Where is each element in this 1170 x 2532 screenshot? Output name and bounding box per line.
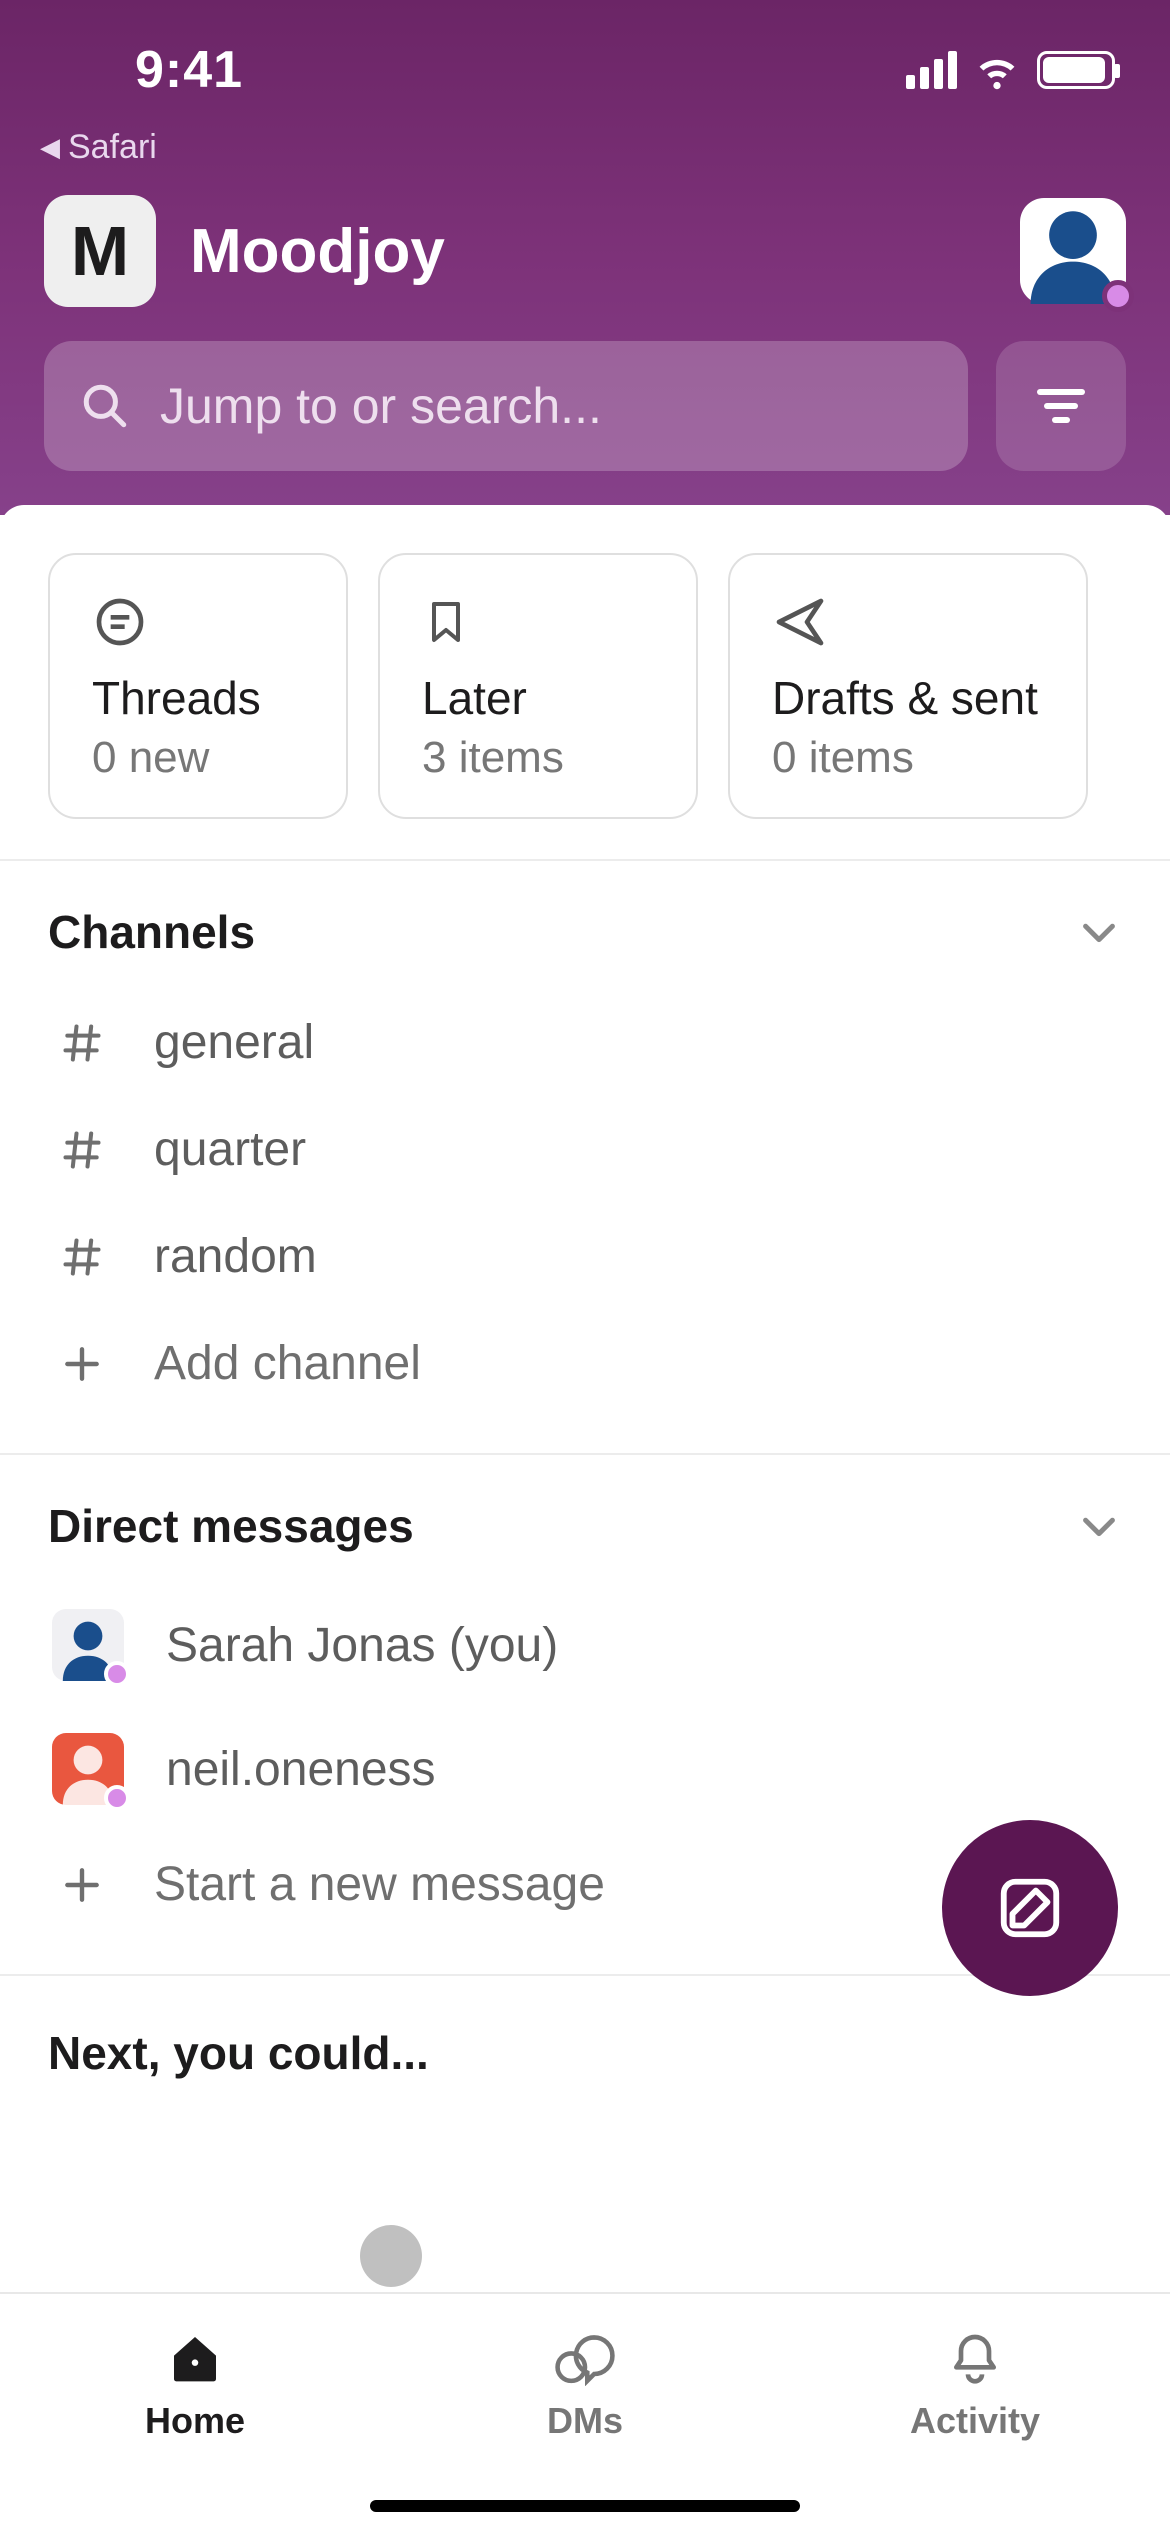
filter-button[interactable] <box>996 341 1126 471</box>
home-indicator[interactable] <box>370 2500 800 2512</box>
touch-cursor-icon <box>360 2225 422 2287</box>
signal-icon <box>906 51 957 89</box>
hash-icon <box>52 1235 112 1279</box>
nav-dms[interactable]: DMs <box>390 2294 780 2532</box>
plus-icon <box>52 1863 112 1907</box>
compose-icon <box>995 1873 1065 1943</box>
search-icon <box>80 381 130 431</box>
home-icon <box>167 2330 223 2386</box>
status-indicators <box>906 48 1115 92</box>
workspace-initial: M <box>71 211 129 291</box>
add-channel[interactable]: Add channel <box>48 1310 1122 1417</box>
channel-label: quarter <box>154 1122 306 1177</box>
section-channels: Channels general quarter random Add chan… <box>0 861 1170 1455</box>
card-subtitle: 0 items <box>772 733 1044 783</box>
quick-cards: Threads 0 new Later 3 items Drafts & sen… <box>0 505 1170 861</box>
bottom-nav: Home DMs Activity <box>0 2292 1170 2532</box>
card-drafts[interactable]: Drafts & sent 0 items <box>728 553 1088 819</box>
bookmark-icon <box>422 593 470 651</box>
workspace-switcher[interactable]: M <box>44 195 156 307</box>
search-input[interactable]: Jump to or search... <box>44 341 968 471</box>
section-header-dms[interactable]: Direct messages <box>48 1499 1122 1553</box>
dms-icon <box>553 2330 617 2386</box>
profile-button[interactable] <box>1020 198 1126 304</box>
filter-icon <box>1037 381 1085 431</box>
hash-icon <box>52 1128 112 1172</box>
back-app-label: Safari <box>68 128 157 167</box>
avatar <box>52 1733 124 1805</box>
dm-item[interactable]: neil.oneness <box>48 1707 1122 1831</box>
search-placeholder: Jump to or search... <box>160 377 602 435</box>
status-time: 9:41 <box>55 40 243 100</box>
channel-item[interactable]: general <box>48 989 1122 1096</box>
wifi-icon <box>975 48 1019 92</box>
card-subtitle: 0 new <box>92 733 304 783</box>
threads-icon <box>92 593 148 651</box>
card-title: Later <box>422 671 654 725</box>
presence-dot-icon <box>1102 280 1134 312</box>
nav-label: Home <box>145 2400 245 2442</box>
add-channel-label: Add channel <box>154 1336 421 1391</box>
workspace-name[interactable]: Moodjoy <box>190 216 1020 287</box>
channel-item[interactable]: random <box>48 1203 1122 1310</box>
dm-label: neil.oneness <box>166 1742 436 1797</box>
nav-label: DMs <box>547 2400 623 2442</box>
section-next: Next, you could... <box>0 1976 1170 2220</box>
section-title: Channels <box>48 905 255 959</box>
back-caret-icon: ◀ <box>40 132 60 163</box>
dm-label: Sarah Jonas (you) <box>166 1618 558 1673</box>
nav-activity[interactable]: Activity <box>780 2294 1170 2532</box>
section-title: Next, you could... <box>48 2026 1122 2080</box>
bell-icon <box>947 2330 1003 2386</box>
chevron-down-icon <box>1076 909 1122 955</box>
card-threads[interactable]: Threads 0 new <box>48 553 348 819</box>
send-icon <box>772 593 828 651</box>
plus-icon <box>52 1342 112 1386</box>
presence-dot-icon <box>104 1785 130 1811</box>
battery-icon <box>1037 51 1115 89</box>
hash-icon <box>52 1021 112 1065</box>
card-title: Threads <box>92 671 304 725</box>
chevron-down-icon <box>1076 1503 1122 1549</box>
section-title: Direct messages <box>48 1499 414 1553</box>
card-title: Drafts & sent <box>772 671 1044 725</box>
status-bar: 9:41 <box>0 20 1170 100</box>
nav-home[interactable]: Home <box>0 2294 390 2532</box>
dm-item[interactable]: Sarah Jonas (you) <box>48 1583 1122 1707</box>
back-to-app[interactable]: ◀ Safari <box>0 100 1170 167</box>
channel-label: random <box>154 1229 317 1284</box>
section-header-channels[interactable]: Channels <box>48 905 1122 959</box>
card-subtitle: 3 items <box>422 733 654 783</box>
avatar <box>52 1609 124 1681</box>
card-later[interactable]: Later 3 items <box>378 553 698 819</box>
presence-dot-icon <box>104 1661 130 1687</box>
channel-item[interactable]: quarter <box>48 1096 1122 1203</box>
nav-label: Activity <box>910 2400 1040 2442</box>
compose-fab[interactable] <box>942 1820 1118 1996</box>
channel-label: general <box>154 1015 314 1070</box>
start-message-label: Start a new message <box>154 1857 605 1912</box>
